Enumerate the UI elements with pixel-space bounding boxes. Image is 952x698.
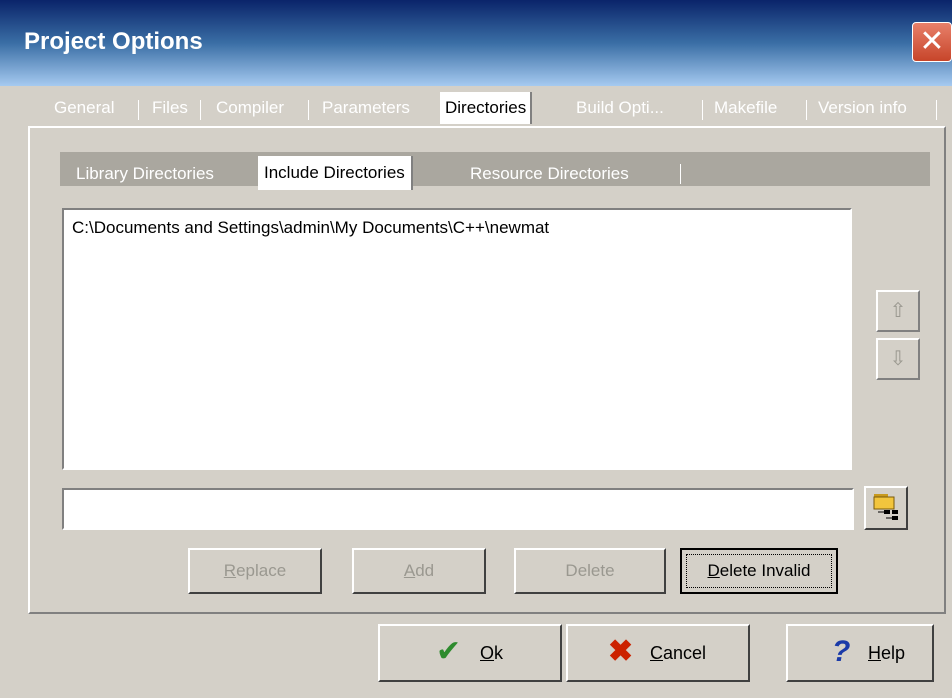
tab-files[interactable]: Files [152, 94, 188, 122]
move-up-button[interactable]: ⇧ [876, 290, 920, 332]
ok-button[interactable]: ✔ Ok [378, 624, 562, 682]
directory-list[interactable]: C:\Documents and Settings\admin\My Docum… [62, 208, 852, 470]
tab-separator [806, 100, 807, 120]
tab-compiler[interactable]: Compiler [216, 94, 284, 122]
project-options-dialog: Project Options ✕ General Files Compiler… [0, 0, 952, 698]
cancel-button[interactable]: ✖ Cancel [566, 624, 750, 682]
tab-makefile[interactable]: Makefile [714, 94, 777, 122]
arrow-down-icon: ⇩ [889, 348, 907, 370]
delete-button[interactable]: Delete [514, 548, 666, 594]
tab-separator [702, 100, 703, 120]
checkmark-icon: ✔ [436, 635, 462, 668]
tab-separator [680, 164, 681, 184]
tab-build-options[interactable]: Build Opti... [576, 94, 664, 122]
tab-version-info[interactable]: Version info [818, 94, 907, 122]
replace-button[interactable]: Replace [188, 548, 322, 594]
tab-separator [138, 100, 139, 120]
tab-directories[interactable]: Directories [440, 92, 533, 124]
tab-separator [308, 100, 309, 120]
tab-resource-directories[interactable]: Resource Directories [470, 160, 629, 188]
tab-include-directories[interactable]: Include Directories [258, 156, 413, 190]
tab-general[interactable]: General [54, 94, 114, 122]
window-title: Project Options [24, 28, 203, 55]
question-icon: ? [832, 635, 851, 668]
tab-separator [936, 100, 937, 120]
close-icon: ✕ [919, 25, 945, 58]
x-icon: ✖ [608, 635, 634, 668]
tab-library-directories[interactable]: Library Directories [76, 160, 214, 188]
close-button[interactable]: ✕ [912, 22, 952, 62]
delete-invalid-button[interactable]: Delete Invalid [680, 548, 838, 594]
title-bar[interactable]: Project Options ✕ [0, 0, 952, 86]
add-button[interactable]: Add [352, 548, 486, 594]
folder-browse-icon [873, 494, 898, 520]
browse-folder-button[interactable] [864, 486, 908, 530]
help-button[interactable]: ? Help [786, 624, 934, 682]
list-item[interactable]: C:\Documents and Settings\admin\My Docum… [72, 218, 549, 238]
arrow-up-icon: ⇧ [889, 300, 907, 322]
tab-parameters[interactable]: Parameters [322, 94, 410, 122]
directory-path-input[interactable] [62, 488, 854, 530]
main-tabs: General Files Compiler Parameters Direct… [14, 86, 942, 126]
move-down-button[interactable]: ⇩ [876, 338, 920, 380]
tab-separator [200, 100, 201, 120]
